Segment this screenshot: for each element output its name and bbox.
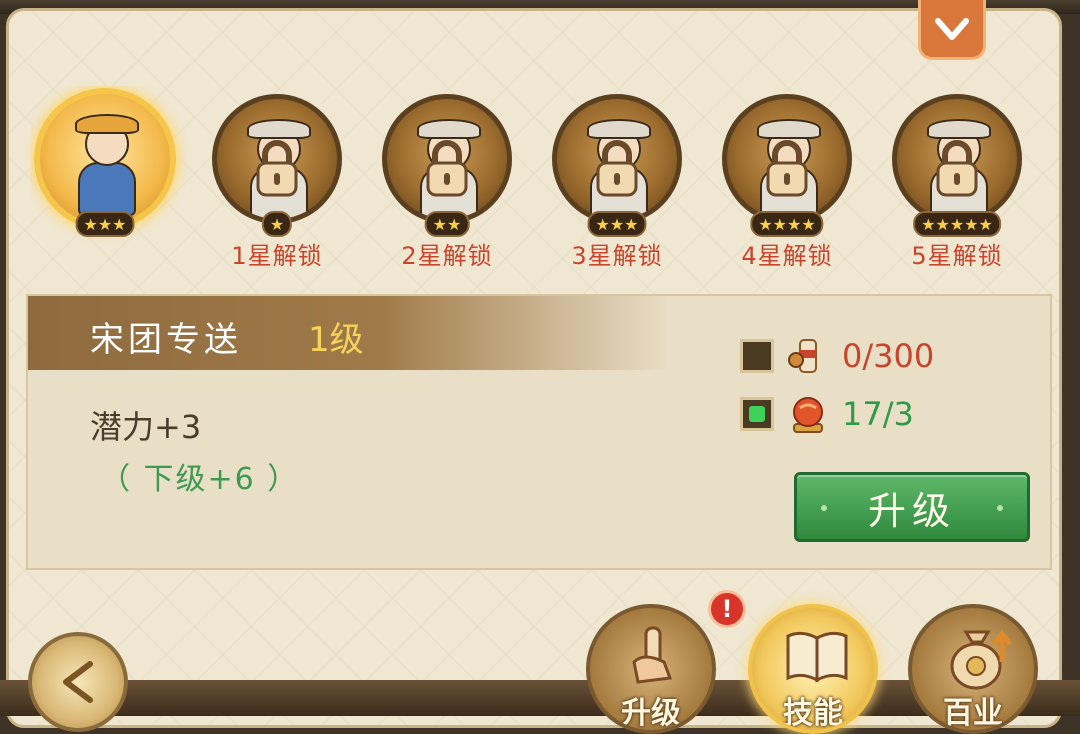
star-rating: ★★★	[587, 211, 647, 237]
star-rating: ★	[261, 211, 293, 237]
skill-name: 宋团专送	[90, 320, 242, 360]
tab-label: 技能	[783, 696, 843, 731]
next-level-effect: （ 下级+6 ）	[100, 462, 300, 497]
unlock-label: 5星解锁	[911, 242, 1003, 270]
skill-info-panel: 宋团专送 1级 潜力+3 （ 下级+6 ） 0/300 17/3 升级	[26, 294, 1052, 570]
lock-icon	[594, 139, 640, 197]
tab-label: 百业	[943, 696, 1003, 731]
requirement-row: 17/3	[740, 394, 914, 434]
collapse-button[interactable]	[918, 0, 986, 60]
requirement-row: 0/300	[740, 336, 934, 376]
money-bag-icon	[950, 629, 1012, 690]
portrait-1[interactable]: ★ 1星解锁	[202, 86, 352, 276]
tab-skill[interactable]: 技能	[748, 604, 878, 734]
portrait-disc	[552, 94, 682, 224]
star-rating: ★★★	[75, 211, 135, 237]
portrait-4[interactable]: ★★★★ 4星解锁	[712, 86, 862, 276]
scroll-item-icon	[788, 339, 817, 373]
star-rating: ★★	[424, 211, 470, 237]
back-button[interactable]	[28, 632, 128, 732]
portrait-disc	[34, 88, 176, 230]
portrait-0[interactable]: ★★★	[30, 86, 180, 276]
portrait-5[interactable]: ★★★★★ 5星解锁	[882, 86, 1024, 276]
upgrade-button[interactable]: 升级	[794, 472, 1030, 542]
chevron-down-icon	[935, 17, 969, 40]
tab-business[interactable]: 百业	[908, 604, 1038, 734]
alert-badge-icon: !	[708, 590, 746, 628]
portrait-disc	[722, 94, 852, 224]
arrow-left-icon	[63, 661, 93, 703]
orb-item-icon	[793, 397, 823, 433]
unlock-label: 3星解锁	[571, 242, 663, 270]
unlock-label: 1星解锁	[231, 242, 323, 270]
lock-icon	[424, 139, 470, 197]
scroll-hand-icon	[632, 626, 673, 684]
portrait-disc	[382, 94, 512, 224]
upgrade-button-label: 升级	[867, 488, 956, 533]
lock-icon	[934, 139, 980, 197]
skill-title-bar: 宋团专送 1级	[28, 296, 668, 370]
requirement-checkbox	[740, 397, 774, 431]
star-rating: ★★★★★	[913, 211, 1001, 237]
tab-label: 升级	[621, 696, 681, 731]
unlock-label: 4星解锁	[741, 242, 833, 270]
portrait-disc	[892, 94, 1022, 224]
skill-effect: 潜力+3	[90, 408, 202, 446]
portrait-disc	[212, 94, 342, 224]
portrait-3[interactable]: ★★★ 3星解锁	[542, 86, 692, 276]
requirement-amount: 0/300	[842, 337, 935, 375]
lock-icon	[254, 139, 300, 197]
tab-upgrade[interactable]: 升级	[586, 604, 716, 734]
portrait-row: ★★★ ★ 1星解锁 ★★ 2星解锁 ★★★ 3星解锁 ★★★★ 4星解锁 ★★…	[30, 86, 1024, 276]
unlock-label: 2星解锁	[401, 242, 493, 270]
skill-level: 1级	[308, 320, 364, 360]
requirement-checkbox	[740, 339, 774, 373]
portrait-2[interactable]: ★★ 2星解锁	[372, 86, 522, 276]
requirement-amount: 17/3	[842, 395, 914, 433]
lock-icon	[764, 139, 810, 197]
character-figure	[70, 112, 140, 216]
book-icon	[786, 631, 848, 683]
star-rating: ★★★★	[750, 211, 824, 237]
